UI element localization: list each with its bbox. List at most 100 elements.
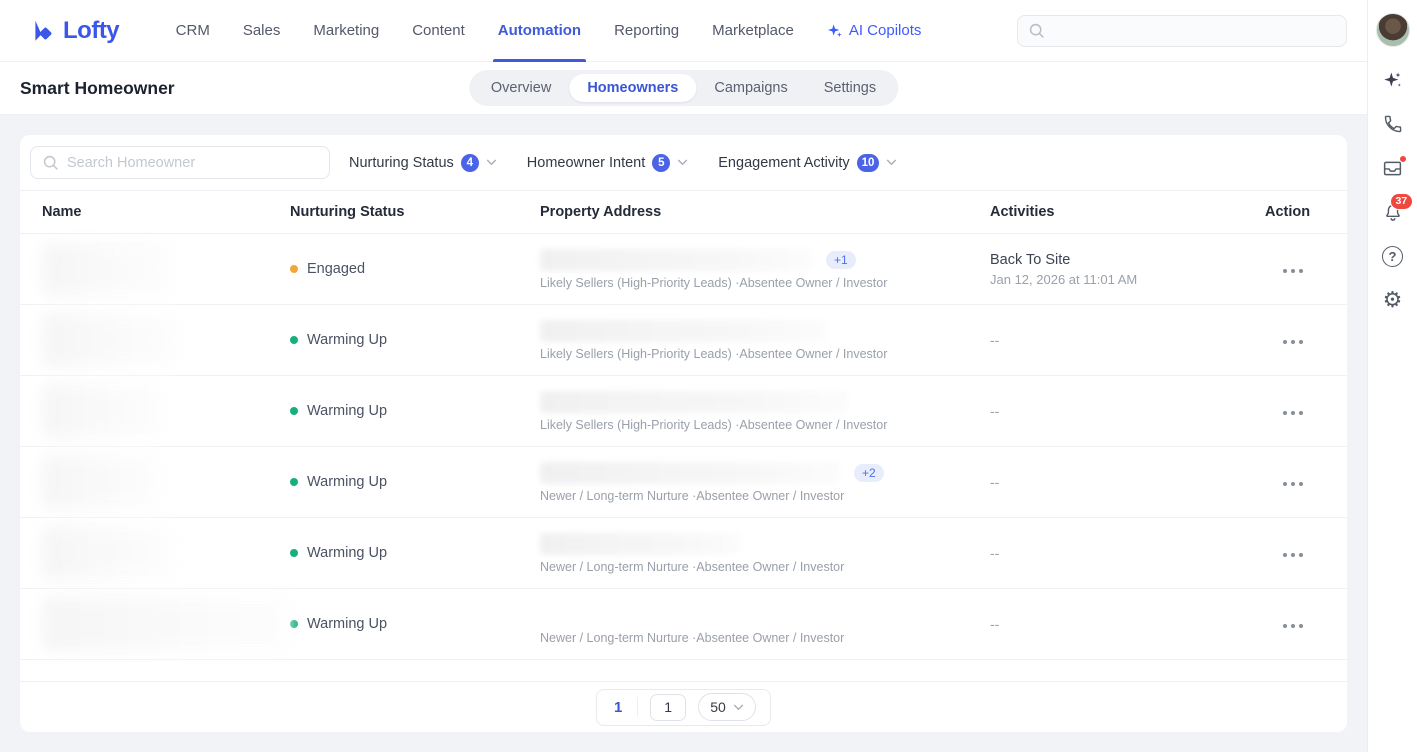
- right-sidebar: 37 ? ⚙: [1367, 0, 1417, 752]
- ellipsis-icon: [1283, 547, 1303, 563]
- tab-homeowners[interactable]: Homeowners: [569, 74, 696, 102]
- row-action-menu[interactable]: [1265, 544, 1325, 563]
- homeowner-name-cell: [42, 526, 290, 580]
- activities-cell: --: [990, 616, 1265, 632]
- filter-label: Homeowner Intent: [527, 155, 645, 171]
- page-size-value: 50: [710, 699, 726, 715]
- table-footer-strip: [20, 660, 1347, 682]
- phone-icon: [1383, 114, 1403, 134]
- activity-title: --: [990, 332, 1265, 348]
- redacted-address-blur: [540, 533, 740, 555]
- homeowner-search-input[interactable]: [67, 155, 318, 171]
- homeowner-search-box[interactable]: [30, 146, 330, 179]
- nav-item-automation[interactable]: Automation: [481, 0, 597, 62]
- nurturing-status-cell: Warming Up: [290, 332, 540, 348]
- ellipsis-icon: [1283, 405, 1303, 421]
- row-action-menu[interactable]: [1265, 615, 1325, 634]
- row-action-menu[interactable]: [1265, 473, 1325, 492]
- segment-tags: Newer / Long-term Nurture ·Absentee Owne…: [540, 489, 990, 503]
- property-address-cell: Likely Sellers (High-Priority Leads) ·Ab…: [540, 391, 990, 432]
- activities-cell: Back To Site Jan 12, 2026 at 11:01 AM: [990, 252, 1265, 287]
- nav-item-sales[interactable]: Sales: [226, 0, 297, 62]
- activity-title: --: [990, 545, 1265, 561]
- unread-indicator-dot: [1399, 155, 1407, 163]
- segment-tags: Likely Sellers (High-Priority Leads) ·Ab…: [540, 276, 990, 290]
- chevron-down-icon: [486, 159, 497, 166]
- activity-title: --: [990, 474, 1265, 490]
- nav-item-crm[interactable]: CRM: [159, 0, 226, 62]
- filter-label: Nurturing Status: [349, 155, 454, 171]
- segment-tags: Newer / Long-term Nurture ·Absentee Owne…: [540, 560, 990, 574]
- row-action-menu[interactable]: [1265, 331, 1325, 350]
- homeowner-name-cell: [42, 313, 290, 367]
- page-content: Nurturing Status 4 Homeowner Intent 5 En…: [0, 115, 1367, 752]
- property-address-cell: +1 Likely Sellers (High-Priority Leads) …: [540, 249, 990, 290]
- sparkle-icon: [1383, 70, 1403, 90]
- nurturing-status-cell: Engaged: [290, 261, 540, 277]
- status-dot-icon: [290, 478, 298, 486]
- ai-copilots-label: AI Copilots: [849, 22, 922, 39]
- lofty-logo[interactable]: Lofty: [30, 17, 119, 45]
- tab-campaigns[interactable]: Campaigns: [696, 74, 805, 102]
- redacted-name-blur: [42, 313, 178, 367]
- homeowner-name-cell: [42, 384, 290, 438]
- pagination: 1 50: [596, 689, 771, 726]
- tab-overview[interactable]: Overview: [473, 74, 569, 102]
- nav-item-content[interactable]: Content: [396, 0, 482, 62]
- column-header-action: Action: [1265, 204, 1332, 220]
- page-size-select[interactable]: 50: [698, 693, 756, 721]
- nav-item-reporting[interactable]: Reporting: [598, 0, 696, 62]
- global-search-box[interactable]: [1017, 15, 1347, 47]
- phone-button[interactable]: [1381, 114, 1405, 134]
- status-dot-icon: [290, 549, 298, 557]
- tab-settings[interactable]: Settings: [806, 74, 894, 102]
- status-label: Engaged: [307, 261, 365, 277]
- notification-count-badge: 37: [1390, 193, 1414, 210]
- redacted-address-blur: [540, 462, 840, 484]
- filter-label: Engagement Activity: [718, 155, 849, 171]
- user-avatar[interactable]: [1376, 13, 1410, 47]
- chevron-down-icon: [677, 159, 688, 166]
- nurturing-status-cell: Warming Up: [290, 403, 540, 419]
- status-label: Warming Up: [307, 474, 387, 490]
- ellipsis-icon: [1283, 263, 1303, 279]
- nurturing-status-cell: Warming Up: [290, 545, 540, 561]
- redacted-name-blur: [42, 597, 290, 651]
- nurturing-status-cell: Warming Up: [290, 474, 540, 490]
- status-label: Warming Up: [307, 403, 387, 419]
- homeowner-name-cell: [42, 597, 290, 651]
- filter-homeowner-intent[interactable]: Homeowner Intent 5: [527, 154, 688, 172]
- table-header-row: Name Nurturing Status Property Address A…: [20, 191, 1347, 234]
- redacted-address-blur: [540, 249, 812, 271]
- property-address-cell: Likely Sellers (High-Priority Leads) ·Ab…: [540, 320, 990, 361]
- main-nav-menu: CRM Sales Marketing Content Automation R…: [159, 0, 938, 62]
- row-action-menu[interactable]: [1265, 260, 1325, 279]
- chevron-down-icon: [733, 704, 744, 711]
- homeowners-card: Nurturing Status 4 Homeowner Intent 5 En…: [20, 135, 1347, 732]
- lofty-logo-icon: [30, 18, 56, 44]
- ai-assistant-button[interactable]: [1381, 70, 1405, 90]
- filter-engagement-activity[interactable]: Engagement Activity 10: [718, 154, 897, 172]
- activity-time: Jan 12, 2026 at 11:01 AM: [990, 272, 1265, 287]
- nav-item-marketplace[interactable]: Marketplace: [696, 0, 811, 62]
- question-mark-icon: ?: [1382, 246, 1403, 267]
- pagination-divider: [637, 697, 638, 717]
- filter-bar: Nurturing Status 4 Homeowner Intent 5 En…: [20, 135, 1347, 190]
- more-addresses-badge[interactable]: +1: [826, 251, 856, 269]
- row-action-menu[interactable]: [1265, 402, 1325, 421]
- nav-item-marketing[interactable]: Marketing: [297, 0, 396, 62]
- homeowner-name-cell: [42, 242, 290, 296]
- global-search-input[interactable]: [1053, 23, 1336, 39]
- notifications-button[interactable]: 37: [1381, 202, 1405, 222]
- inbox-button[interactable]: [1381, 158, 1405, 178]
- nav-item-ai-copilots[interactable]: AI Copilots: [810, 0, 938, 62]
- filter-nurturing-status[interactable]: Nurturing Status 4: [349, 154, 497, 172]
- page-number-button[interactable]: 1: [611, 699, 625, 716]
- more-addresses-badge[interactable]: +2: [854, 464, 884, 482]
- page-jump-input[interactable]: [650, 694, 686, 721]
- filter-items: Nurturing Status 4 Homeowner Intent 5 En…: [349, 154, 897, 172]
- settings-button[interactable]: ⚙: [1381, 290, 1405, 310]
- main-column: Lofty CRM Sales Marketing Content Automa…: [0, 0, 1367, 752]
- activity-title: --: [990, 616, 1265, 632]
- help-button[interactable]: ?: [1381, 246, 1405, 266]
